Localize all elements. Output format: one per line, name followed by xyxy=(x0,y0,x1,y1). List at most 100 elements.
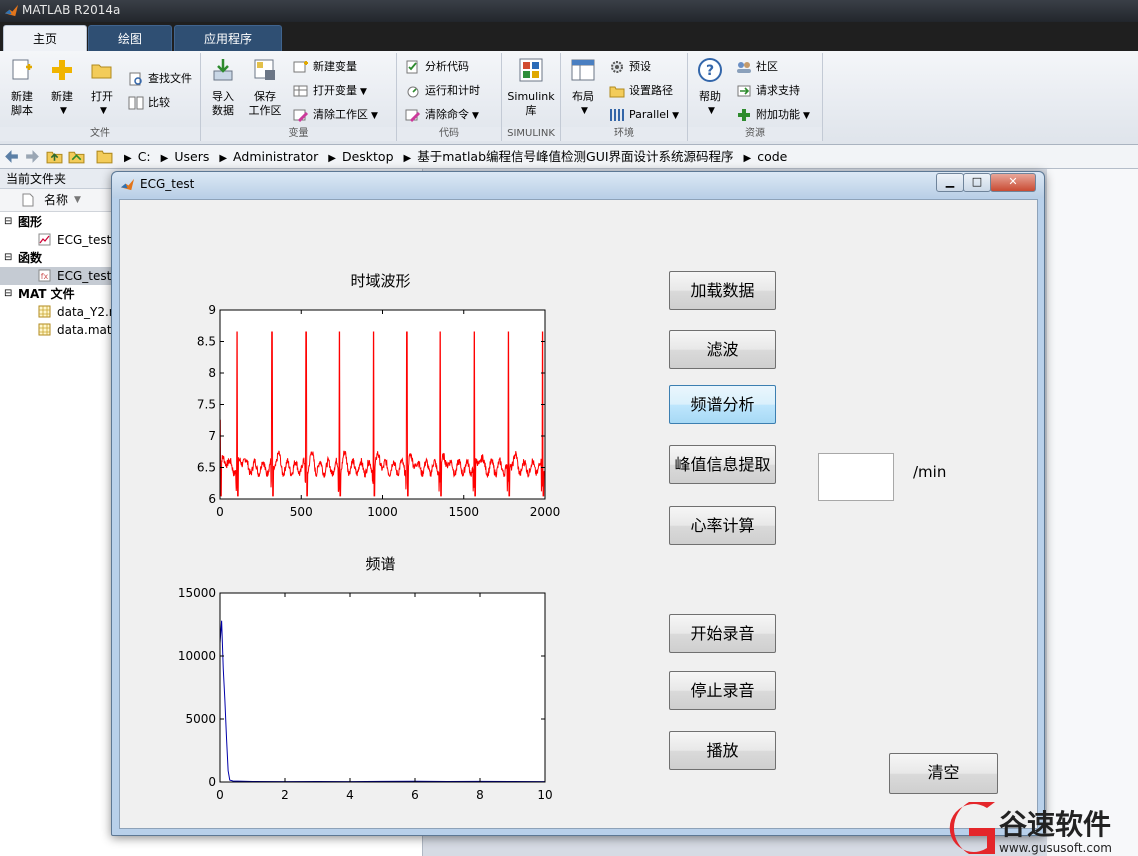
chevron-down-icon: ▼ xyxy=(472,111,479,121)
x-tick-label: 6 xyxy=(411,788,419,802)
time-domain-axes[interactable]: 0 500 1000 1500 2000 6 6.5 7 7.5 8 8.5 9 xyxy=(180,305,580,530)
plot-area xyxy=(220,593,545,782)
clear-workspace-button[interactable]: 清除工作区 ▼ xyxy=(293,105,378,125)
save-workspace-button[interactable]: 保存 工作区 xyxy=(245,57,285,118)
play-button[interactable]: 播放 xyxy=(669,731,776,770)
breadcrumb-item[interactable]: Administrator xyxy=(233,149,318,164)
ribbon: 新建脚本 新建▼ 打开▼ 查找文件 比较 文件 导入数据 保存工作区 xyxy=(0,51,1138,145)
minimize-button[interactable]: ▁ xyxy=(936,173,964,192)
spectrum-axes[interactable]: 0 2 4 6 8 10 0 5000 10000 15000 xyxy=(160,588,580,813)
heart-rate-button[interactable]: 心率计算 xyxy=(669,506,776,545)
fig-file-icon xyxy=(38,233,51,246)
clear-commands-button[interactable]: 清除命令 ▼ xyxy=(405,105,479,125)
breadcrumb-item[interactable]: C: xyxy=(138,149,151,164)
add-ons-button[interactable]: 附加功能 ▼ xyxy=(736,105,810,125)
new-script-button[interactable]: 新建 脚本 xyxy=(6,57,38,118)
filter-button[interactable]: 滤波 xyxy=(669,330,776,369)
close-button[interactable]: ✕ xyxy=(990,173,1036,192)
ribbon-group-file: 新建 脚本 新建 ▼ 打开 ▼ 查找文件 比较 文件 xyxy=(0,53,201,141)
open-button[interactable]: 打开 ▼ xyxy=(86,57,118,118)
save-workspace-icon xyxy=(254,59,275,80)
group-caption-environment: 环境 xyxy=(561,127,687,141)
find-files-icon xyxy=(129,72,142,86)
chevron-down-icon: ▼ xyxy=(803,111,810,121)
breadcrumb-separator-icon: ▶ xyxy=(403,153,412,164)
breadcrumb-separator-icon: ▶ xyxy=(160,153,169,164)
svg-text:?: ? xyxy=(706,63,714,79)
breadcrumb-item[interactable]: 基于matlab编程信号峰值检测GUI界面设计系统源码程序 xyxy=(417,149,733,164)
import-data-button[interactable]: 导入 数据 xyxy=(207,57,239,118)
chevron-down-icon: ▼ xyxy=(60,106,67,116)
back-arrow-icon[interactable] xyxy=(3,148,20,165)
help-icon: ? xyxy=(698,58,722,82)
spectrum-analysis-button[interactable]: 频谱分析 xyxy=(669,385,776,424)
preferences-button[interactable]: 预设 xyxy=(609,57,651,77)
tab-plots[interactable]: 绘图 xyxy=(88,25,172,52)
new-variable-button[interactable]: 新建变量 xyxy=(293,57,357,77)
figure-content: 时域波形 0 500 1000 1500 2000 6 6.5 7 7.5 8 8.5 9 频谱 0 2… xyxy=(119,199,1038,829)
clear-button[interactable]: 清空 xyxy=(889,753,998,794)
x-tick-label: 1500 xyxy=(448,505,479,519)
matlab-logo-icon xyxy=(120,178,135,191)
breadcrumb-item[interactable]: Users xyxy=(174,149,209,164)
compare-button[interactable]: 比较 xyxy=(128,93,170,113)
stop-recording-button[interactable]: 停止录音 xyxy=(669,671,776,710)
ribbon-tab-strip: 主页 绘图 应用程序 xyxy=(0,22,1138,52)
tab-apps[interactable]: 应用程序 xyxy=(174,25,282,52)
forward-arrow-icon[interactable] xyxy=(24,148,41,165)
set-path-button[interactable]: 设置路径 xyxy=(609,81,673,101)
ribbon-group-environment: 布局 ▼ 预设 设置路径 Parallel ▼ 环境 xyxy=(561,53,688,141)
breadcrumb-item[interactable]: Desktop xyxy=(342,149,394,164)
add-ons-icon xyxy=(738,109,750,121)
browse-folder-icon[interactable] xyxy=(68,148,85,165)
clear-commands-icon xyxy=(405,109,421,123)
group-caption-code: 代码 xyxy=(397,127,501,141)
find-files-button[interactable]: 查找文件 xyxy=(128,69,192,89)
peak-extract-button[interactable]: 峰值信息提取 xyxy=(669,445,776,484)
tab-home[interactable]: 主页 xyxy=(3,25,87,52)
new-script-icon xyxy=(12,59,32,80)
figure-window: ECG_test ▁ □ ✕ 时域波形 0 500 1000 1500 2000 6 6.5… xyxy=(111,171,1045,836)
ribbon-group-resources: ? 帮助 ▼ 社区 请求支持 附加功能 ▼ 资源 xyxy=(688,53,823,141)
layout-button[interactable]: 布局 ▼ xyxy=(565,57,601,118)
plus-icon xyxy=(52,60,72,80)
compare-icon xyxy=(128,96,144,110)
y-tick-label: 5000 xyxy=(185,712,216,726)
folder-icon xyxy=(96,150,113,164)
chevron-down-icon: ▼ xyxy=(371,111,378,121)
run-and-time-button[interactable]: 运行和计时 xyxy=(405,81,480,101)
x-tick-label: 8 xyxy=(476,788,484,802)
matlab-logo-icon xyxy=(4,4,19,17)
open-variable-button[interactable]: 打开变量 ▼ xyxy=(293,81,367,101)
analyze-code-button[interactable]: 分析代码 xyxy=(405,57,469,77)
figure-title-bar[interactable]: ECG_test ▁ □ ✕ xyxy=(112,172,1044,198)
run-and-time-icon xyxy=(407,86,419,98)
new-button[interactable]: 新建 ▼ xyxy=(46,57,78,118)
simulink-library-button[interactable]: Simulink 库 xyxy=(504,57,558,118)
svg-text:fx: fx xyxy=(41,272,49,281)
help-button[interactable]: ? 帮助 ▼ xyxy=(694,57,726,118)
sort-icon: ▼ xyxy=(74,195,81,205)
up-folder-icon[interactable] xyxy=(46,148,63,165)
y-tick-label: 6 xyxy=(208,492,216,506)
breadcrumb-item[interactable]: code xyxy=(757,149,787,164)
y-tick-label: 7 xyxy=(208,429,216,443)
request-support-button[interactable]: 请求支持 xyxy=(736,81,800,101)
maximize-button[interactable]: □ xyxy=(963,173,991,192)
x-tick-label: 10 xyxy=(537,788,552,802)
rate-unit-label: /min xyxy=(913,463,947,481)
load-data-button[interactable]: 加载数据 xyxy=(669,271,776,310)
chevron-down-icon: ▼ xyxy=(672,111,680,121)
y-tick-label: 10000 xyxy=(178,649,216,663)
community-button[interactable]: 社区 xyxy=(736,57,778,77)
gusu-logo-icon xyxy=(949,802,995,854)
collapse-icon: ⊟ xyxy=(4,252,13,263)
y-tick-label: 0 xyxy=(208,775,216,789)
chevron-down-icon: ▼ xyxy=(360,87,367,97)
path-breadcrumb[interactable]: ▶ C: ▶ Users ▶ Administrator ▶ Desktop ▶ 基于ma… xyxy=(118,145,787,168)
heart-rate-output[interactable] xyxy=(818,453,894,501)
parallel-button[interactable]: Parallel ▼ xyxy=(609,105,679,125)
start-recording-button[interactable]: 开始录音 xyxy=(669,614,776,653)
analyze-code-icon xyxy=(406,60,418,74)
axes1-title: 时域波形 xyxy=(350,272,411,290)
